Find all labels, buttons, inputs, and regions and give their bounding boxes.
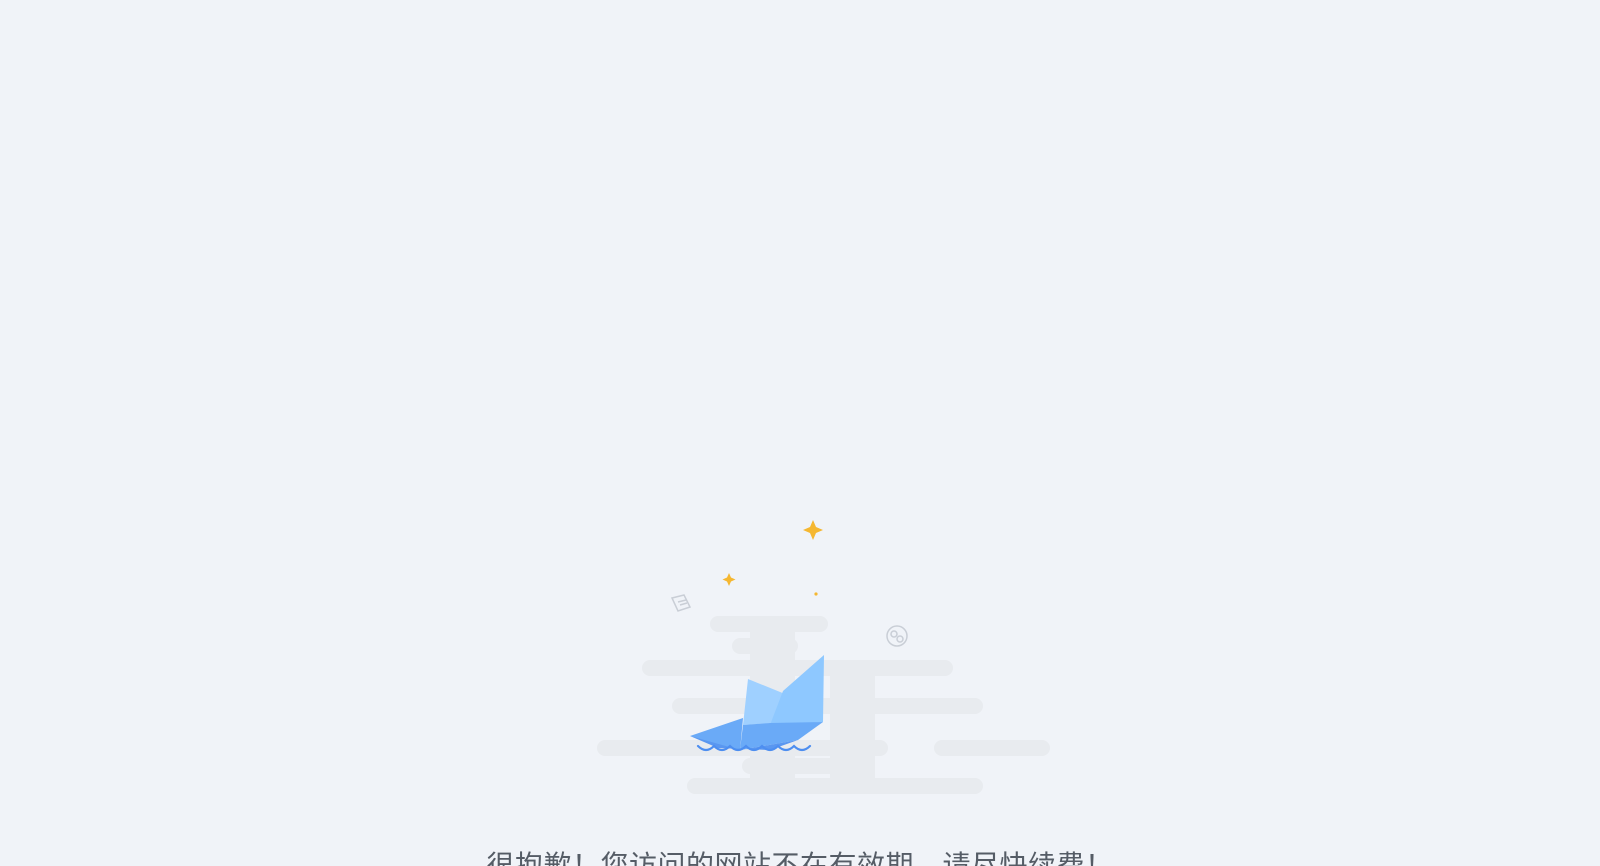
sparkle-icon [803, 520, 823, 540]
floating-circle-icon [886, 625, 908, 647]
expired-notice-message: 很抱歉！您访问的网站不在有效期，请尽快续费！ [486, 849, 1114, 866]
sparkle-icon [722, 573, 736, 586]
expired-site-page: 很抱歉！您访问的网站不在有效期，请尽快续费！ [0, 0, 1600, 866]
mist-background [597, 616, 1050, 794]
sparkle-dot-icon [814, 592, 818, 596]
paper-boat-illustration [590, 510, 1070, 810]
floating-cube-icon [670, 594, 692, 612]
